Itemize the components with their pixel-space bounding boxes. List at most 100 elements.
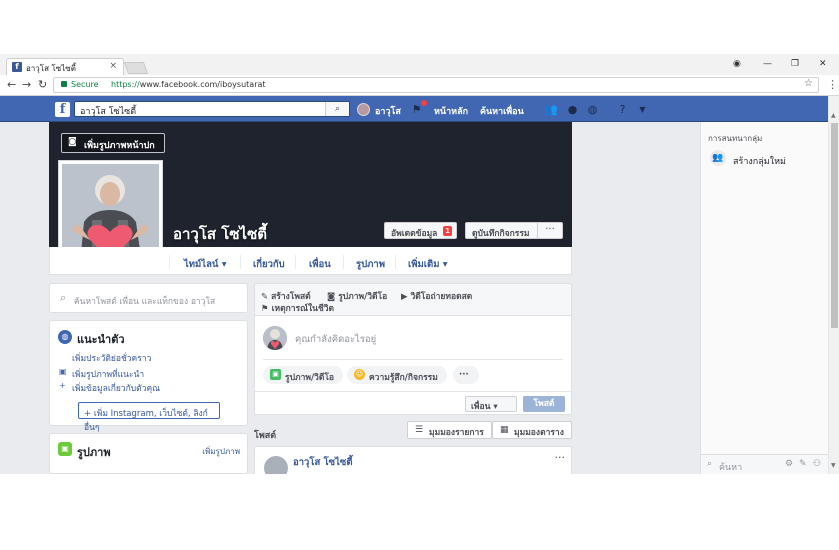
add-bio-link[interactable]: เพิ่มประวัติย่อชั่วคราว	[72, 351, 151, 365]
audience-label: เพื่อน ▾	[471, 402, 498, 412]
url-protocol: https://	[111, 80, 140, 89]
add-people-icon[interactable]: ⚇	[813, 459, 821, 469]
tab-about[interactable]: เกี่ยวกับ	[253, 257, 285, 272]
grid-icon: ▦	[500, 425, 509, 435]
forward-arrow-icon[interactable]: →	[22, 78, 31, 91]
tab-close-icon[interactable]: ×	[109, 61, 117, 71]
settings-gear-icon[interactable]: ⚙	[785, 459, 793, 469]
nav-home[interactable]: หน้าหลัก	[434, 104, 468, 118]
add-cover-label: เพิ่มรูปภาพหน้าปก	[84, 141, 155, 151]
chat-sidebar: การสนทนากลุ่ม 👥 สร้างกลุ่มใหม่ ⌕ ค้นหา ⚙…	[700, 122, 829, 474]
new-tab-button[interactable]	[123, 62, 149, 74]
activity-log-label: ดูบันทึกกิจกรรม	[472, 229, 530, 239]
composer-divider	[263, 359, 563, 360]
globe-icon: ◍	[58, 330, 72, 344]
notifications-globe-icon[interactable]: ◍	[586, 103, 599, 116]
composer-tab-live-video[interactable]: ▶ วิดีโอถ่ายทอดสด	[401, 289, 472, 303]
composer-input[interactable]: คุณกำลังคิดอะไรอยู่	[295, 332, 376, 347]
secure-label: Secure	[71, 80, 99, 89]
account-dropdown-icon[interactable]: ▼	[636, 103, 649, 116]
tab-more[interactable]: เพิ่มเติม ▾	[408, 257, 448, 272]
post-author-name[interactable]: อาวุโส โซไซตี้	[293, 455, 353, 470]
cover-more-button[interactable]: ···	[538, 222, 563, 239]
address-bar-row: ← → ↻ Secure https://www.facebook.com/ib…	[0, 75, 839, 96]
address-bar[interactable]: Secure https://www.facebook.com/iboysuta…	[53, 77, 819, 93]
search-value: อาวุโส โซไซตี้	[80, 107, 137, 117]
friend-requests-icon[interactable]: 👥	[544, 103, 558, 116]
scrollbar-thumb[interactable]	[831, 123, 838, 328]
browser-tab[interactable]: f อาวุโส โซไซตี้ ×	[6, 58, 124, 75]
chat-search-bar[interactable]: ⌕ ค้นหา ⚙ ✎ ⚇	[701, 454, 829, 474]
avatar-illustration	[263, 326, 287, 350]
scroll-down-icon[interactable]: ▼	[831, 462, 836, 469]
minimize-icon[interactable]: —	[763, 59, 772, 69]
nav-avatar[interactable]	[357, 103, 370, 116]
browser-tab-strip: f อาวุโส โซไซตี้ ×	[0, 54, 839, 75]
group-icon: 👥	[710, 150, 726, 166]
intro-title: แนะนำตัว	[77, 333, 125, 346]
profile-post-search[interactable]: ⌕ ค้นหาโพสต์ เพื่อน และแท็กของ อาวุโส	[49, 283, 248, 313]
add-cover-photo-button[interactable]: ◙ เพิ่มรูปภาพหน้าปก	[61, 133, 165, 153]
post-avatar[interactable]	[264, 456, 288, 474]
audience-selector[interactable]: เพื่อน ▾	[465, 396, 517, 412]
tab-friends[interactable]: เพื่อน	[309, 257, 331, 272]
composer-tab-live-video-label: วิดีโอถ่ายทอดสด	[410, 292, 473, 302]
profile-name[interactable]: อาวุโส โซไซตี้	[173, 222, 267, 246]
url-text[interactable]: https://www.facebook.com/iboysutarat	[111, 80, 266, 89]
update-info-button[interactable]: อัพเดตข้อมูล 1	[384, 222, 457, 239]
add-details-link[interactable]: เพิ่มข้อมูลเกี่ยวกับตัวคุณ	[72, 381, 160, 395]
composer-body: คุณกำลังคิดอะไรอยู่ ▣ รูปภาพ/วิดีโอ ☺ คว…	[254, 315, 572, 415]
camera-icon: ◙	[68, 137, 77, 147]
facebook-logo-icon[interactable]: f	[55, 102, 70, 117]
nav-find-friends[interactable]: ค้นหาเพื่อน	[480, 104, 524, 118]
update-badge: 1	[443, 226, 452, 236]
intro-card: ◍ แนะนำตัว เพิ่มประวัติย่อชั่วคราว ▣ เพิ…	[49, 320, 248, 433]
post-button[interactable]: โพสต์	[523, 396, 565, 412]
messenger-icon[interactable]: ●	[566, 103, 579, 116]
create-group-link[interactable]: สร้างกลุ่มใหม่	[733, 154, 786, 168]
feeling-activity-pill-label: ความรู้สึก/กิจกรรม	[369, 373, 438, 383]
window-close-icon[interactable]: ✕	[819, 59, 827, 69]
page-scrollbar[interactable]: ▲ ▼	[828, 96, 839, 474]
chat-search-placeholder: ค้นหา	[719, 463, 743, 473]
tab-separator	[169, 255, 170, 269]
search-icon[interactable]: ⌕	[325, 102, 349, 116]
lock-icon	[61, 81, 67, 87]
tab-separator	[295, 255, 296, 269]
add-featured-photos-link[interactable]: เพิ่มรูปภาพที่แนะนำ	[72, 367, 144, 381]
feeling-activity-pill[interactable]: ☺ ความรู้สึก/กิจกรรม	[347, 366, 447, 384]
activity-log-button[interactable]: ดูบันทึกกิจกรรม	[465, 222, 538, 239]
composer-tab-life-event[interactable]: ⚑ เหตุการณ์ในชีวิต	[261, 301, 334, 315]
tab-timeline[interactable]: ไทม์ไลน์ ▾	[184, 257, 226, 272]
photo-video-pill[interactable]: ▣ รูปภาพ/วิดีโอ	[263, 366, 343, 384]
reload-icon[interactable]: ↻	[38, 78, 47, 91]
bookmark-star-icon[interactable]: ☆	[804, 78, 813, 89]
help-icon[interactable]: ?	[616, 103, 629, 116]
tab-title: อาวุโส โซไซตี้	[26, 64, 76, 73]
composer-more-pill[interactable]: ···	[453, 366, 479, 384]
search-icon: ⌕	[707, 459, 713, 469]
grid-view-button[interactable]: ▦ มุมมองตาราง	[492, 421, 572, 439]
search-icon: ⌕	[60, 291, 67, 304]
chrome-menu-icon[interactable]: ⋮	[827, 78, 838, 91]
tab-photos[interactable]: รูปภาพ	[356, 257, 385, 272]
profile-icon[interactable]: ◉	[733, 59, 741, 69]
post-menu-button[interactable]: ···	[555, 451, 566, 464]
nav-profile-name[interactable]: อาวุโส	[375, 104, 401, 118]
tab-separator	[240, 255, 241, 269]
chat-header: การสนทนากลุ่ม	[708, 134, 763, 143]
scroll-up-icon[interactable]: ▲	[831, 112, 836, 119]
facebook-search-input[interactable]: อาวุโส โซไซตี้ ⌕	[74, 101, 350, 117]
maximize-icon[interactable]: ❐	[791, 59, 799, 69]
list-view-button[interactable]: ☰ มุมมองรายการ	[407, 421, 492, 439]
photos-icon: ▣	[58, 442, 72, 456]
back-arrow-icon[interactable]: ←	[7, 78, 16, 91]
url-path: www.facebook.com/iboysutarat	[139, 80, 266, 89]
composer-tab-photo-video[interactable]: ◙ รูปภาพ/วิดีโอ	[327, 289, 387, 303]
update-info-label: อัพเดตข้อมูล	[391, 229, 438, 239]
smiley-icon: ☺	[354, 369, 365, 380]
add-photos-link[interactable]: เพิ่มรูปภาพ	[202, 445, 240, 458]
compose-icon[interactable]: ✎	[799, 459, 807, 469]
add-links-button[interactable]: + เพิ่ม Instagram, เว็บไซต์, ลิงก์อื่นๆ	[78, 402, 220, 433]
plus-icon: +	[59, 381, 66, 390]
